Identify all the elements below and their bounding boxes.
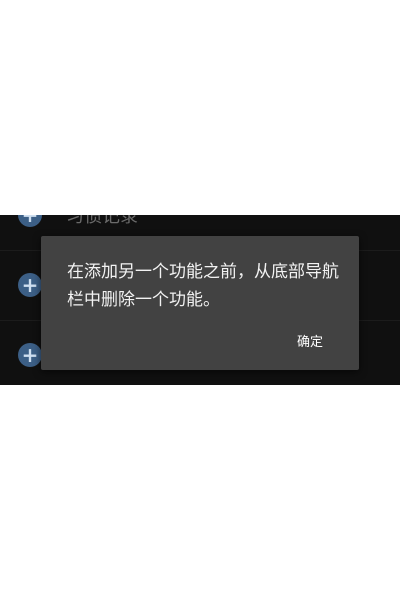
add-icon[interactable]: + <box>18 343 42 367</box>
list-item-label: 习惯记录 <box>66 215 138 227</box>
page: + 习惯记录 + + 在添加另一个功能之前，从底部导航栏中删除一个功能。 确定 <box>0 0 400 600</box>
alert-dialog: 在添加另一个功能之前，从底部导航栏中删除一个功能。 确定 <box>41 236 359 370</box>
add-icon[interactable]: + <box>18 273 42 297</box>
add-icon[interactable]: + <box>18 215 42 227</box>
dialog-message: 在添加另一个功能之前，从底部导航栏中删除一个功能。 <box>67 262 339 310</box>
confirm-button[interactable]: 确定 <box>297 331 323 350</box>
